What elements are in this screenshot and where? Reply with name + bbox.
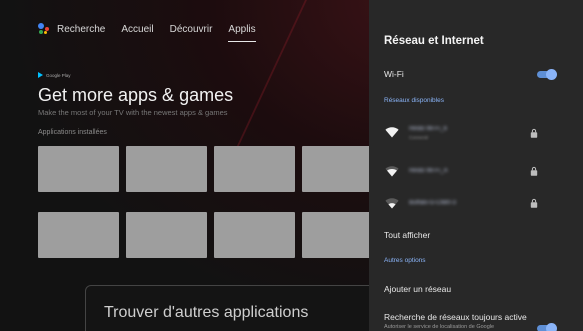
toggle-knob bbox=[546, 323, 557, 331]
wifi-full-icon bbox=[385, 127, 399, 138]
add-network-button[interactable]: Ajouter un réseau bbox=[384, 284, 451, 294]
lock-icon bbox=[530, 198, 538, 208]
lock-icon bbox=[530, 166, 538, 176]
network-settings-panel: Réseau et Internet Wi-Fi Réseaux disponi… bbox=[369, 0, 583, 331]
nav-tab-search[interactable]: Recherche bbox=[57, 24, 105, 35]
nav-tab-home[interactable]: Accueil bbox=[121, 24, 153, 35]
app-tile[interactable] bbox=[214, 212, 295, 258]
app-tile[interactable] bbox=[126, 212, 207, 258]
wifi-toggle[interactable] bbox=[537, 69, 557, 80]
wifi-label[interactable]: Wi-Fi bbox=[384, 69, 404, 79]
always-scan-toggle[interactable] bbox=[537, 323, 557, 331]
network-name[interactable]: Hindo Wi-Fi_6 bbox=[409, 126, 447, 132]
banner-subline: Make the most of your TV with the newest… bbox=[38, 108, 228, 117]
network-name[interactable]: Hindo Wi-Fi_A bbox=[409, 168, 448, 174]
top-navigation: Recherche Accueil Découvrir Applis bbox=[37, 22, 272, 42]
see-all-networks-button[interactable]: Tout afficher bbox=[384, 230, 430, 240]
always-scan-label[interactable]: Recherche de réseaux toujours active bbox=[384, 312, 527, 322]
google-assistant-icon[interactable] bbox=[37, 22, 51, 36]
network-status: Connecté bbox=[409, 135, 429, 140]
google-play-icon bbox=[38, 72, 43, 78]
available-networks-header: Réseaux disponibles bbox=[384, 97, 444, 104]
app-tile[interactable] bbox=[214, 146, 295, 192]
wifi-medium-icon bbox=[385, 166, 399, 177]
app-tile[interactable] bbox=[126, 146, 207, 192]
nav-tab-apps[interactable]: Applis bbox=[228, 24, 256, 42]
banner-headline[interactable]: Get more apps & games bbox=[38, 85, 233, 106]
wifi-low-icon bbox=[385, 198, 399, 209]
google-play-logo: Google Play bbox=[38, 72, 71, 78]
app-tile[interactable] bbox=[38, 146, 119, 192]
app-tile[interactable] bbox=[38, 212, 119, 258]
always-scan-description: Autoriser le service de localisation de … bbox=[384, 324, 495, 330]
lock-icon bbox=[530, 128, 538, 138]
installed-apps-heading: Applications installées bbox=[38, 129, 107, 136]
panel-title: Réseau et Internet bbox=[384, 35, 484, 47]
network-name[interactable]: Buffalo-G-C680-3 bbox=[409, 200, 456, 206]
other-options-header: Autres options bbox=[384, 257, 426, 264]
google-play-label: Google Play bbox=[46, 72, 71, 78]
find-more-apps-label: Trouver d'autres applications bbox=[104, 304, 309, 321]
toggle-knob bbox=[546, 69, 557, 80]
find-more-apps-card[interactable]: Trouver d'autres applications bbox=[85, 285, 385, 331]
nav-tab-discover[interactable]: Découvrir bbox=[170, 24, 213, 35]
